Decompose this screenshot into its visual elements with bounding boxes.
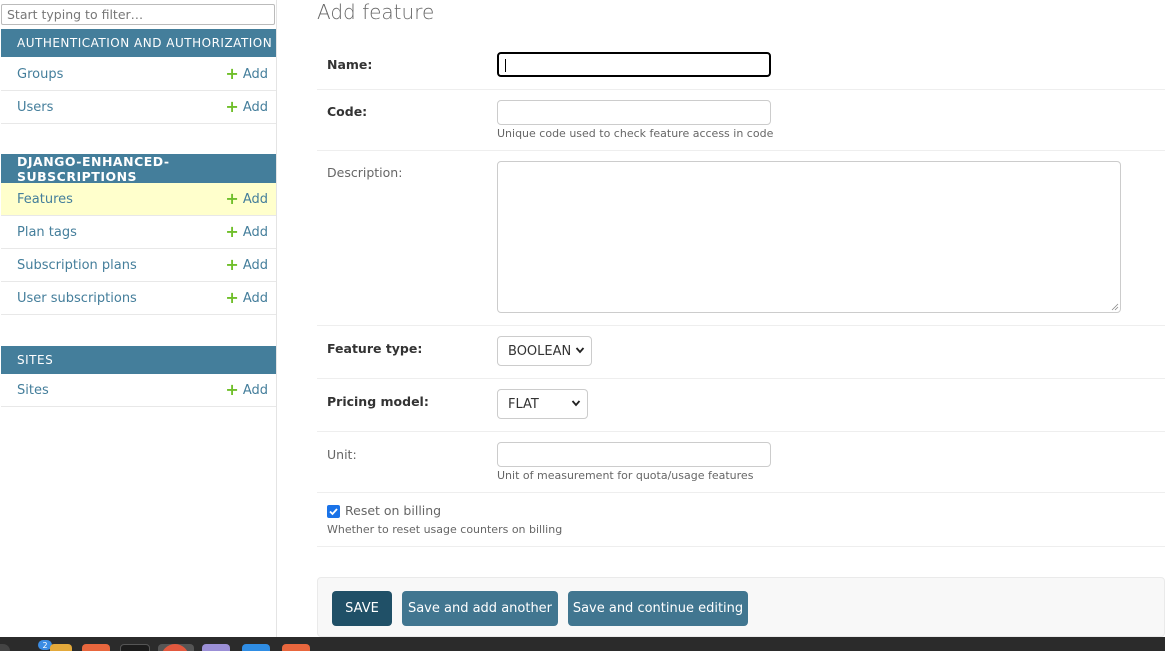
module-caption-auth[interactable]: Authentication and Authorization bbox=[1, 29, 276, 57]
sidebar-item-users[interactable]: Users bbox=[17, 100, 53, 115]
module-caption-subscriptions[interactable]: DJANGO-ENHANCED-SUBSCRIPTIONS bbox=[1, 154, 276, 184]
code-icon[interactable] bbox=[242, 644, 270, 651]
sidebar-row-subscription-plans: Subscription plans + Add bbox=[1, 249, 276, 282]
feature-type-selected: BOOLEAN bbox=[508, 343, 572, 359]
sidebar-row-groups: Groups + Add bbox=[1, 58, 276, 91]
save-button[interactable]: SAVE bbox=[332, 591, 392, 626]
plus-icon: + bbox=[225, 288, 239, 307]
plus-icon: + bbox=[225, 255, 239, 274]
add-link-label: Add bbox=[242, 257, 268, 273]
add-user-subscriptions-link[interactable]: + Add bbox=[225, 290, 268, 306]
form-row-feature-type: Feature type: BOOLEAN bbox=[317, 326, 1165, 379]
chevron-down-icon bbox=[575, 347, 585, 354]
plus-icon: + bbox=[225, 380, 239, 399]
reset-on-billing-help-text: Whether to reset usage counters on billi… bbox=[327, 523, 563, 536]
main-content: Add feature Name: Code: Unique code used… bbox=[317, 0, 1165, 637]
code-input[interactable] bbox=[497, 100, 771, 125]
admin-sidebar: Authentication and Authorization Groups … bbox=[0, 0, 277, 637]
pricing-model-select[interactable]: FLAT bbox=[497, 389, 588, 419]
sidebar-row-users: Users + Add bbox=[1, 91, 276, 124]
name-input[interactable] bbox=[497, 52, 771, 77]
add-users-link[interactable]: + Add bbox=[225, 99, 268, 115]
add-link-label: Add bbox=[242, 290, 268, 306]
sidebar-item-sites[interactable]: Sites bbox=[17, 383, 49, 398]
form-row-pricing-model: Pricing model: FLAT bbox=[317, 379, 1165, 432]
sidebar-row-plan-tags: Plan tags + Add bbox=[1, 216, 276, 249]
form-row-code: Code: Unique code used to check feature … bbox=[317, 90, 1165, 151]
pricing-model-label: Pricing model: bbox=[327, 394, 429, 409]
checkmark-icon bbox=[329, 508, 338, 516]
sidebar-item-features[interactable]: Features bbox=[17, 192, 73, 207]
add-sites-link[interactable]: + Add bbox=[225, 382, 268, 398]
description-label: Description: bbox=[327, 165, 403, 180]
reset-on-billing-checkbox[interactable] bbox=[327, 505, 340, 518]
files-icon[interactable] bbox=[50, 644, 72, 651]
add-subscription-plans-link[interactable]: + Add bbox=[225, 257, 268, 273]
chevron-down-icon bbox=[571, 400, 581, 407]
code-label: Code: bbox=[327, 104, 368, 119]
reset-on-billing-label[interactable]: Reset on billing bbox=[345, 503, 441, 518]
form-row-unit: Unit: Unit of measurement for quota/usag… bbox=[317, 432, 1165, 493]
save-and-add-another-button[interactable]: Save and add another bbox=[402, 591, 558, 626]
text-caret bbox=[505, 59, 506, 72]
add-features-link[interactable]: + Add bbox=[225, 191, 268, 207]
tool-icon[interactable] bbox=[282, 644, 310, 651]
app-icon[interactable] bbox=[82, 644, 110, 651]
plus-icon: + bbox=[225, 64, 239, 83]
save-and-continue-editing-button[interactable]: Save and continue editing bbox=[568, 591, 748, 626]
resize-grip-icon[interactable] bbox=[1111, 303, 1119, 311]
module-caption-sites[interactable]: Sites bbox=[1, 346, 276, 374]
os-taskbar: 2 bbox=[0, 637, 1165, 651]
sidebar-item-groups[interactable]: Groups bbox=[17, 67, 63, 82]
launcher-icon[interactable] bbox=[0, 644, 10, 651]
editor-icon[interactable] bbox=[202, 644, 230, 651]
sidebar-item-plan-tags[interactable]: Plan tags bbox=[17, 225, 77, 240]
description-textarea[interactable] bbox=[497, 161, 1121, 313]
plus-icon: + bbox=[225, 189, 239, 208]
unit-input[interactable] bbox=[497, 442, 771, 467]
add-link-label: Add bbox=[242, 66, 268, 82]
unit-label: Unit: bbox=[327, 447, 357, 462]
add-groups-link[interactable]: + Add bbox=[225, 66, 268, 82]
sidebar-row-features: Features + Add bbox=[1, 183, 276, 216]
add-plan-tags-link[interactable]: + Add bbox=[225, 224, 268, 240]
form-row-name: Name: bbox=[317, 37, 1165, 90]
submit-row: SAVE Save and add another Save and conti… bbox=[317, 577, 1165, 637]
nav-filter-input[interactable] bbox=[1, 4, 275, 25]
sidebar-row-sites: Sites + Add bbox=[1, 374, 276, 407]
sidebar-item-user-subscriptions[interactable]: User subscriptions bbox=[17, 291, 137, 306]
form-row-reset-on-billing: Reset on billing Whether to reset usage … bbox=[317, 493, 1165, 547]
add-link-label: Add bbox=[242, 99, 268, 115]
plus-icon: + bbox=[225, 222, 239, 241]
add-link-label: Add bbox=[242, 224, 268, 240]
code-help-text: Unique code used to check feature access… bbox=[497, 127, 774, 140]
add-link-label: Add bbox=[242, 382, 268, 398]
sidebar-item-subscription-plans[interactable]: Subscription plans bbox=[17, 258, 137, 273]
feature-type-label: Feature type: bbox=[327, 341, 423, 356]
pricing-model-selected: FLAT bbox=[508, 396, 539, 412]
form-row-description: Description: bbox=[317, 151, 1165, 326]
terminal-icon[interactable] bbox=[120, 644, 150, 651]
name-label: Name: bbox=[327, 57, 373, 72]
feature-type-select[interactable]: BOOLEAN bbox=[497, 336, 592, 366]
sidebar-row-user-subscriptions: User subscriptions + Add bbox=[1, 282, 276, 315]
page-title: Add feature bbox=[317, 0, 435, 24]
add-link-label: Add bbox=[242, 191, 268, 207]
unit-help-text: Unit of measurement for quota/usage feat… bbox=[497, 469, 754, 482]
plus-icon: + bbox=[225, 97, 239, 116]
